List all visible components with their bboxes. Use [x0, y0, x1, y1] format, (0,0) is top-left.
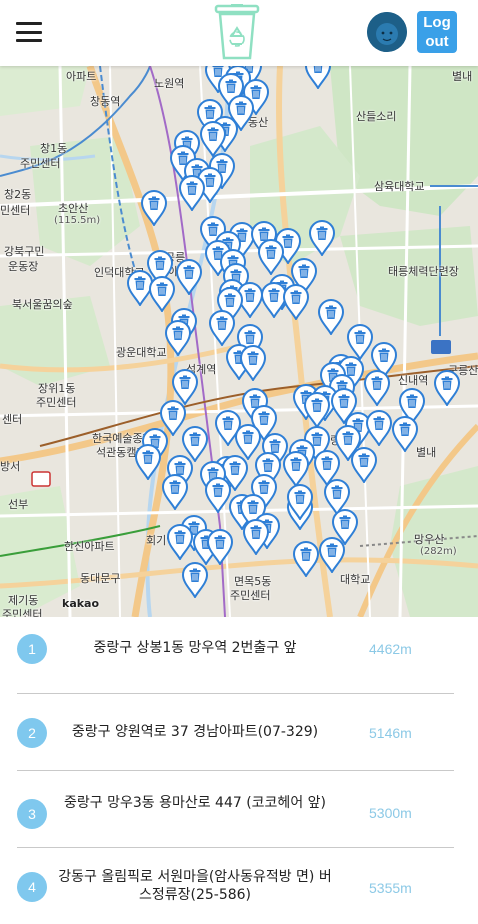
trash-bin-pin-icon[interactable] [309, 220, 335, 256]
trash-bin-pin-icon[interactable] [283, 451, 309, 487]
trash-bin-pin-icon[interactable] [176, 259, 202, 295]
rank-badge: 4 [17, 872, 47, 902]
trash-bin-pin-icon[interactable] [351, 447, 377, 483]
trash-bin-pin-icon[interactable] [258, 239, 284, 275]
list-item-address: 중랑구 상봉1동 망우역 2번출구 앞 [93, 640, 297, 656]
trash-bin-pin-icon[interactable] [207, 529, 233, 565]
trash-bin-pin-icon[interactable] [209, 310, 235, 346]
trash-bin-pin-icon[interactable] [305, 66, 331, 89]
trash-bin-pin-icon[interactable] [149, 276, 175, 312]
logout-button[interactable]: Log out [417, 11, 457, 53]
trash-bin-pin-icon[interactable] [182, 562, 208, 598]
trash-bin-pin-icon[interactable] [366, 410, 392, 446]
app-header: Log out [0, 0, 478, 66]
list-item-distance: 5355m [369, 880, 412, 896]
trash-bin-pin-icon[interactable] [165, 320, 191, 356]
trash-bin-pin-icon[interactable] [434, 370, 460, 406]
trash-bin-pin-icon[interactable] [167, 524, 193, 560]
trash-bin-pin-icon[interactable] [141, 190, 167, 226]
trash-bin-pin-icon[interactable] [364, 370, 390, 406]
trash-bin-pin-icon[interactable] [318, 299, 344, 335]
trash-bin-pin-icon[interactable] [283, 284, 309, 320]
trash-bin-pin-icon[interactable] [304, 392, 330, 428]
trash-bin-pin-icon[interactable] [392, 416, 418, 452]
trash-bin-pin-icon[interactable] [179, 175, 205, 211]
list-item[interactable]: 4 강동구 올림픽로 서원마을(암사동유적방 면) 버스정류장(25-586) … [17, 848, 454, 924]
list-item[interactable]: 1 중랑구 상봉1동 망우역 2번출구 앞 4462m [17, 617, 454, 694]
rank-badge: 1 [17, 634, 47, 664]
trash-bin-pin-icon[interactable] [243, 519, 269, 555]
user-avatar-icon[interactable] [367, 12, 407, 52]
list-item-address: 중랑구 양원역로 37 경남아파트(07-329) [71, 724, 319, 740]
list-item-distance: 5300m [369, 805, 412, 821]
recycle-trash-bin-icon[interactable] [214, 4, 260, 60]
trash-bin-pin-icon[interactable] [319, 537, 345, 573]
logout-label-line2: out [425, 33, 449, 50]
trash-bin-pin-icon[interactable] [135, 444, 161, 480]
hamburger-menu-icon[interactable] [16, 22, 42, 44]
list-item[interactable]: 3 중랑구 망우3동 용마산로 447 (코코헤어 앞) 5300m [17, 771, 454, 848]
rank-badge: 2 [17, 718, 47, 748]
trash-bin-markers [0, 66, 478, 617]
trash-bin-pin-icon[interactable] [240, 345, 266, 381]
nearby-bins-list: 1 중랑구 상봉1동 망우역 2번출구 앞 4462m 2 중랑구 양원역로 3… [0, 617, 478, 903]
trash-bin-pin-icon[interactable] [162, 474, 188, 510]
trash-bin-pin-icon[interactable] [293, 541, 319, 577]
trash-bin-pin-icon[interactable] [205, 477, 231, 513]
map-view[interactable]: 아파트 노원역 창동역 산들소리 별내 창1동 주민센터 동산 삼육대학교 창2… [0, 66, 478, 617]
list-item-distance: 4462m [369, 641, 412, 657]
rank-badge: 3 [17, 799, 47, 829]
list-item-address: 중랑구 망우3동 용마산로 447 (코코헤어 앞) [63, 795, 326, 811]
list-item-address: 강동구 올림픽로 서원마을(암사동유적방 면) 버스정류장(25-586) [58, 869, 332, 903]
list-item[interactable]: 2 중랑구 양원역로 37 경남아파트(07-329) 5146m [17, 694, 454, 771]
trash-bin-pin-icon[interactable] [200, 121, 226, 157]
logout-label-line1: Log [423, 14, 451, 31]
trash-bin-pin-icon[interactable] [287, 484, 313, 520]
list-item-distance: 5146m [369, 725, 412, 741]
